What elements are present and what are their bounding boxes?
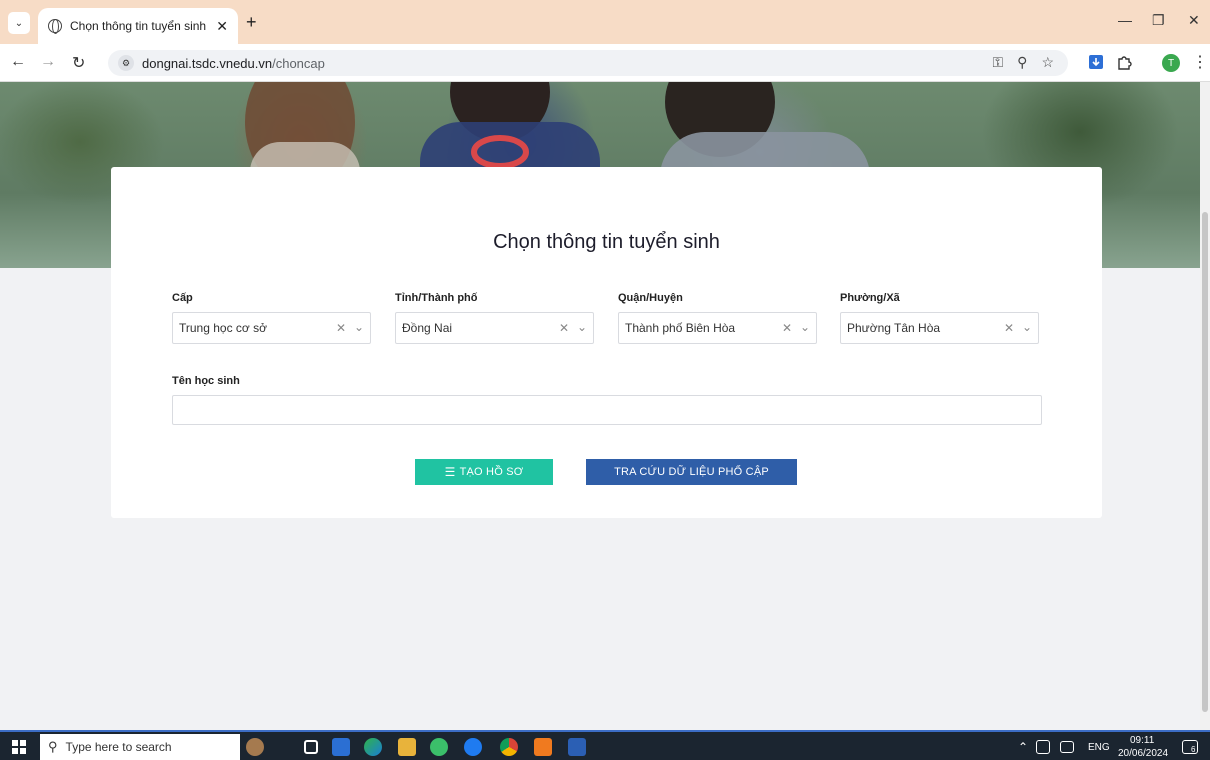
- clear-icon[interactable]: ✕: [559, 321, 569, 335]
- student-name-input[interactable]: [172, 395, 1042, 425]
- field-label: Tỉnh/Thành phố: [395, 292, 478, 304]
- notification-icon[interactable]: 6: [1182, 740, 1198, 754]
- new-tab-button[interactable]: +: [246, 12, 257, 33]
- password-key-icon[interactable]: ⚿: [993, 54, 1004, 71]
- chevron-down-icon[interactable]: ⌄: [800, 320, 810, 334]
- coccoc-icon[interactable]: [534, 738, 552, 756]
- select-value: Trung học cơ sở: [179, 321, 267, 335]
- network-icon[interactable]: [1060, 741, 1074, 753]
- edge-icon[interactable]: [364, 738, 382, 756]
- back-button[interactable]: ←: [10, 53, 26, 71]
- extensions-puzzle-icon[interactable]: [1116, 54, 1132, 70]
- field-label: Phường/Xã: [840, 292, 900, 304]
- window-close-button[interactable]: ✕: [1188, 12, 1200, 29]
- tab-search-menu-button[interactable]: ⌄: [8, 12, 30, 34]
- select-value: Đồng Nai: [402, 321, 453, 335]
- reload-button[interactable]: ↻: [72, 53, 85, 73]
- field-phuong: Phường/Xã Phường Tân Hòa ✕ ⌄: [840, 292, 1039, 344]
- browser-menu-icon[interactable]: ⋮: [1192, 52, 1208, 72]
- browser-tab-bar: ⌄ Chọn thông tin tuyển sinh - Đồ ✕ + — ❐…: [0, 0, 1210, 44]
- field-tinh: Tỉnh/Thành phố Đồng Nai ✕ ⌄: [395, 292, 594, 344]
- chevron-down-icon: ⌄: [14, 17, 24, 29]
- list-add-icon: ☰: [444, 465, 456, 479]
- search-icon: ⚲: [48, 739, 58, 754]
- page-scrollbar[interactable]: [1200, 82, 1210, 730]
- clear-icon[interactable]: ✕: [782, 321, 792, 335]
- tray-app-icon[interactable]: [1036, 740, 1050, 754]
- cap-select[interactable]: Trung học cơ sở ✕ ⌄: [172, 312, 371, 344]
- site-settings-icon[interactable]: ⚙: [118, 55, 134, 71]
- select-value: Phường Tân Hòa: [847, 321, 941, 335]
- page-content: Chọn thông tin tuyển sinh Cấp Trung học …: [0, 82, 1200, 730]
- lookup-data-button[interactable]: TRA CỨU DỮ LIỆU PHỔ CẬP: [586, 459, 797, 485]
- clear-icon[interactable]: ✕: [336, 321, 346, 335]
- field-label: Tên học sinh: [172, 375, 240, 387]
- select-value: Thành phố Biên Hòa: [625, 321, 736, 335]
- task-view-icon[interactable]: [304, 740, 318, 754]
- download-extension-icon[interactable]: [1088, 54, 1104, 70]
- create-profile-button[interactable]: ☰ TẠO HỒ SƠ: [415, 459, 553, 485]
- zalo-icon[interactable]: [464, 738, 482, 756]
- tray-expand-icon[interactable]: ⌃: [1018, 740, 1028, 754]
- clear-icon[interactable]: ✕: [1004, 321, 1014, 335]
- windows-start-icon[interactable]: [12, 740, 26, 754]
- file-explorer-icon[interactable]: [398, 738, 416, 756]
- notification-count: 6: [1191, 745, 1196, 754]
- page-title: Chọn thông tin tuyển sinh: [493, 231, 720, 253]
- clock-date[interactable]: 20/06/2024: [1118, 748, 1168, 759]
- field-ten-hoc-sinh: Tên học sinh: [172, 375, 1042, 425]
- chevron-down-icon[interactable]: ⌄: [1022, 320, 1032, 334]
- registration-form-card: Chọn thông tin tuyển sinh Cấp Trung học …: [111, 167, 1102, 518]
- field-quan: Quận/Huyện Thành phố Biên Hòa ✕ ⌄: [618, 292, 817, 344]
- zoom-icon[interactable]: ⚲: [1017, 54, 1027, 71]
- clock-time[interactable]: 09:11: [1130, 735, 1154, 746]
- browser-tab-active[interactable]: Chọn thông tin tuyển sinh - Đồ ✕: [38, 8, 238, 44]
- phuong-select[interactable]: Phường Tân Hòa ✕ ⌄: [840, 312, 1039, 344]
- tab-title: Chọn thông tin tuyển sinh - Đồ: [70, 19, 208, 33]
- search-highlight-icon[interactable]: [246, 738, 264, 756]
- windows-taskbar: ⚲ Type here to search ⌃ ENG 09:11 20/06/…: [0, 730, 1210, 760]
- bookmark-star-icon[interactable]: ☆: [1041, 54, 1054, 71]
- field-label: Quận/Huyện: [618, 292, 683, 304]
- globe-icon: [48, 19, 62, 34]
- scrollbar-thumb[interactable]: [1202, 212, 1208, 712]
- url-text: dongnai.tsdc.vnedu.vn/choncap: [142, 55, 325, 71]
- search-placeholder: Type here to search: [65, 740, 172, 754]
- address-bar: ← → ↻ ⚙ dongnai.tsdc.vnedu.vn/choncap ⚿ …: [0, 44, 1210, 82]
- app-icon[interactable]: [430, 738, 448, 756]
- language-indicator[interactable]: ENG: [1088, 742, 1110, 753]
- chevron-down-icon[interactable]: ⌄: [577, 320, 587, 334]
- minimize-button[interactable]: —: [1118, 12, 1132, 28]
- field-label: Cấp: [172, 292, 193, 304]
- chrome-icon[interactable]: [500, 738, 518, 756]
- store-icon[interactable]: [332, 738, 350, 756]
- word-icon[interactable]: [568, 738, 586, 756]
- field-cap: Cấp Trung học cơ sở ✕ ⌄: [172, 292, 371, 344]
- chevron-down-icon[interactable]: ⌄: [354, 320, 364, 334]
- tinh-select[interactable]: Đồng Nai ✕ ⌄: [395, 312, 594, 344]
- tab-close-icon[interactable]: ✕: [216, 18, 228, 35]
- restore-button[interactable]: ❐: [1152, 12, 1165, 29]
- taskbar-search-input[interactable]: ⚲ Type here to search: [40, 734, 240, 760]
- forward-button[interactable]: →: [40, 53, 56, 71]
- quan-select[interactable]: Thành phố Biên Hòa ✕ ⌄: [618, 312, 817, 344]
- profile-avatar[interactable]: T: [1162, 54, 1180, 72]
- url-input[interactable]: ⚙ dongnai.tsdc.vnedu.vn/choncap ⚿ ⚲ ☆: [108, 50, 1068, 76]
